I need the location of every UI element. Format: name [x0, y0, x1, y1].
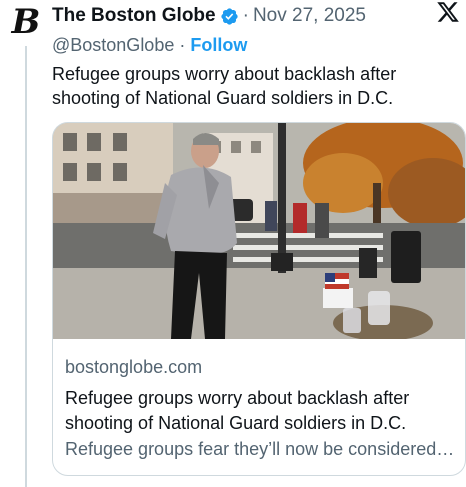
link-card[interactable]: bostonglobe.com Refugee groups worry abo…: [52, 122, 466, 476]
separator-dot: ·: [179, 34, 186, 55]
avatar-letter: B: [11, 2, 41, 42]
avatar[interactable]: B: [6, 2, 46, 42]
card-meta: bostonglobe.com Refugee groups worry abo…: [65, 355, 457, 462]
tweet-date[interactable]: Nov 27, 2025: [253, 5, 366, 27]
separator-dot: ·: [242, 5, 249, 26]
card-title[interactable]: Refugee groups worry about backlash afte…: [65, 386, 457, 436]
verified-badge-icon: [220, 7, 238, 25]
follow-button[interactable]: Follow: [190, 35, 247, 56]
display-name[interactable]: The Boston Globe: [52, 5, 216, 27]
card-description: Refugee groups fear they’ll now be consi…: [65, 439, 457, 459]
tweet-text: Refugee groups worry about backlash afte…: [52, 64, 397, 108]
article-photo[interactable]: [53, 123, 465, 339]
author-handle[interactable]: @BostonGlobe: [52, 35, 174, 56]
handle-row: @BostonGlobe · Follow: [52, 32, 247, 58]
thread-line: [25, 46, 27, 487]
x-logo-icon[interactable]: [436, 0, 460, 24]
tweet-header: The Boston Globe · Nov 27, 2025: [52, 2, 466, 30]
card-domain: bostonglobe.com: [65, 357, 203, 377]
